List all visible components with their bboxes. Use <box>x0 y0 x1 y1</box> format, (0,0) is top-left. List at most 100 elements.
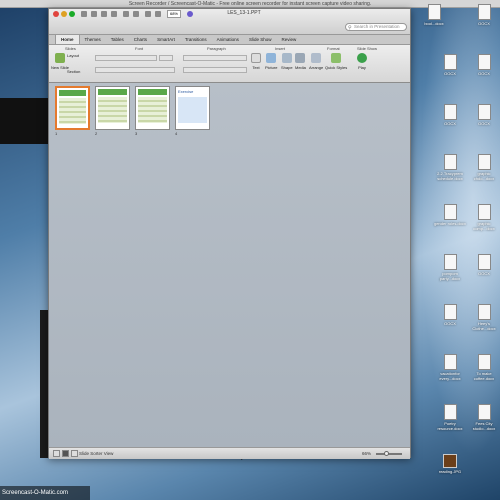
font-size-field[interactable] <box>159 55 173 61</box>
play-label: Play <box>358 65 366 70</box>
slide-body <box>178 97 207 123</box>
save-icon[interactable] <box>101 11 107 17</box>
picture-label: Picture <box>265 65 278 70</box>
slide-thumbnail-1[interactable] <box>55 86 90 130</box>
tab-home[interactable]: Home <box>55 35 80 44</box>
print-icon[interactable] <box>111 11 117 17</box>
desktop-file-label: Fees City studio...docx <box>472 421 496 431</box>
normal-view-button[interactable] <box>53 450 60 457</box>
play-button[interactable]: Play <box>357 53 367 70</box>
picture-button[interactable]: Picture <box>265 53 277 70</box>
media-browser-icon[interactable] <box>155 11 161 17</box>
slide-sorter-view-button[interactable] <box>62 450 69 457</box>
desktop-file-label: OOCX <box>478 271 490 276</box>
desktop-file-icon[interactable]: Heey's Clothe...docx <box>468 304 500 331</box>
layout-button[interactable]: Layout <box>67 53 79 58</box>
help-icon[interactable] <box>187 11 193 17</box>
desktop-file-label: OOCX <box>444 71 456 76</box>
paragraph-buttons-row1[interactable] <box>183 55 247 61</box>
tab-transitions[interactable]: Transitions <box>180 35 212 44</box>
desktop-file-icon[interactable]: OOCX <box>434 104 466 126</box>
desktop-file-label: graphic chdo...docx <box>473 171 495 181</box>
slide-show-view-button[interactable] <box>71 450 78 457</box>
desktop-file-icon[interactable]: graphic chdo...docx <box>468 154 500 181</box>
desktop-file-icon[interactable]: pompom party...docx <box>434 254 466 281</box>
maximize-button[interactable] <box>69 11 75 17</box>
document-icon <box>443 354 457 370</box>
slide-thumbnail-3[interactable] <box>135 86 170 130</box>
text-label: Text <box>252 65 260 70</box>
desktop-file-icon[interactable]: OOCX <box>468 254 500 276</box>
media-button[interactable]: Media <box>295 53 306 70</box>
desktop-file-icon[interactable]: vacationfor every...docx <box>434 354 466 381</box>
zoom-box[interactable]: 68% <box>167 10 181 18</box>
desktop-file-label: To make coffee.docx <box>473 371 495 381</box>
play-icon <box>357 53 367 63</box>
desktop-file-icon[interactable]: To make coffee.docx <box>468 354 500 381</box>
document-icon <box>477 104 491 120</box>
desktop-file-icon[interactable]: bool...docx <box>418 4 450 26</box>
desktop-file-label: graphic comp...docx <box>473 221 495 231</box>
shape-button[interactable]: Shape <box>281 53 293 70</box>
window-titlebar: 68% LES_13-1.PPT ⚲ Search in Presentatio… <box>49 9 410 35</box>
background-window-edge <box>40 310 48 458</box>
desktop-file-icon[interactable]: OOCX <box>468 4 500 26</box>
quick-styles-button[interactable]: Quick Styles <box>325 53 347 70</box>
desktop-file-label: Heey's Clothe...docx <box>472 321 496 331</box>
desktop-file-icon[interactable]: gender roles.docx <box>434 204 466 226</box>
tab-smartart[interactable]: SmartArt <box>152 35 180 44</box>
slide-sorter-area[interactable]: 1 2 3 Exercise 4 ➤ <box>49 84 410 462</box>
desktop-file-icon[interactable]: OOCX <box>468 104 500 126</box>
slide-thumbnail-4[interactable]: Exercise <box>175 86 210 130</box>
undo-icon[interactable] <box>123 11 129 17</box>
arrange-button[interactable]: Arrange <box>309 53 323 70</box>
open-icon[interactable] <box>91 11 97 17</box>
slide-title: Exercise <box>178 89 207 95</box>
status-bar: Slide Sorter View 66% <box>49 447 410 459</box>
desktop-file-icon[interactable]: graphic comp...docx <box>468 204 500 231</box>
new-icon[interactable] <box>81 11 87 17</box>
slide-thumbnail-2[interactable] <box>95 86 130 130</box>
group-label-slides: Slides <box>65 46 76 51</box>
format-painter-icon[interactable] <box>145 11 151 17</box>
font-style-buttons[interactable] <box>95 67 175 73</box>
desktop-file-icon[interactable]: Poetry resource.docx <box>434 404 466 431</box>
zoom-slider[interactable] <box>376 451 402 456</box>
new-slide-icon <box>55 53 65 63</box>
background-window-fragment <box>0 98 48 144</box>
section-button[interactable]: Section <box>67 69 80 74</box>
document-icon <box>443 104 457 120</box>
document-icon <box>443 254 457 270</box>
tab-charts[interactable]: Charts <box>129 35 152 44</box>
ribbon-tabs: Home Themes Tables Charts SmartArt Trans… <box>49 35 410 45</box>
redo-icon[interactable] <box>133 11 139 17</box>
search-input[interactable]: ⚲ Search in Presentation <box>345 23 407 31</box>
ribbon: Slides Font Paragraph Insert Format Slid… <box>49 45 410 83</box>
desktop-file-icon[interactable]: reading.JPG <box>434 454 466 474</box>
tab-review[interactable]: Review <box>276 35 301 44</box>
desktop-file-label: OOCX <box>444 321 456 326</box>
tab-slide-show[interactable]: Slide Show <box>244 35 277 44</box>
text-button[interactable]: Text <box>251 53 261 70</box>
shape-label: Shape <box>281 65 293 70</box>
zoom-slider-knob[interactable] <box>384 451 389 456</box>
desktop-file-label: OOCX <box>444 121 456 126</box>
document-icon <box>443 54 457 70</box>
minimize-button[interactable] <box>61 11 67 17</box>
desktop-file-icon[interactable]: OOCX <box>434 54 466 76</box>
desktop-file-icon[interactable]: OOCX <box>468 54 500 76</box>
close-button[interactable] <box>53 11 59 17</box>
tab-tables[interactable]: Tables <box>106 35 129 44</box>
desktop-file-icon[interactable]: Fees City studio...docx <box>468 404 500 431</box>
picture-icon <box>266 53 277 63</box>
desktop-file-icon[interactable]: OOCX <box>434 304 466 326</box>
desktop-file-label: OOCX <box>478 21 490 26</box>
desktop-file-icon[interactable]: 2.2.Tracyprem schedule.docx <box>434 154 466 181</box>
paragraph-buttons-row2[interactable] <box>183 67 247 73</box>
desktop-file-label: 2.2.Tracyprem schedule.docx <box>437 171 463 181</box>
font-name-field[interactable] <box>95 55 157 61</box>
media-label: Media <box>295 65 306 70</box>
search-icon: ⚲ <box>348 25 352 31</box>
tab-themes[interactable]: Themes <box>80 35 106 44</box>
tab-animations[interactable]: Animations <box>212 35 244 44</box>
